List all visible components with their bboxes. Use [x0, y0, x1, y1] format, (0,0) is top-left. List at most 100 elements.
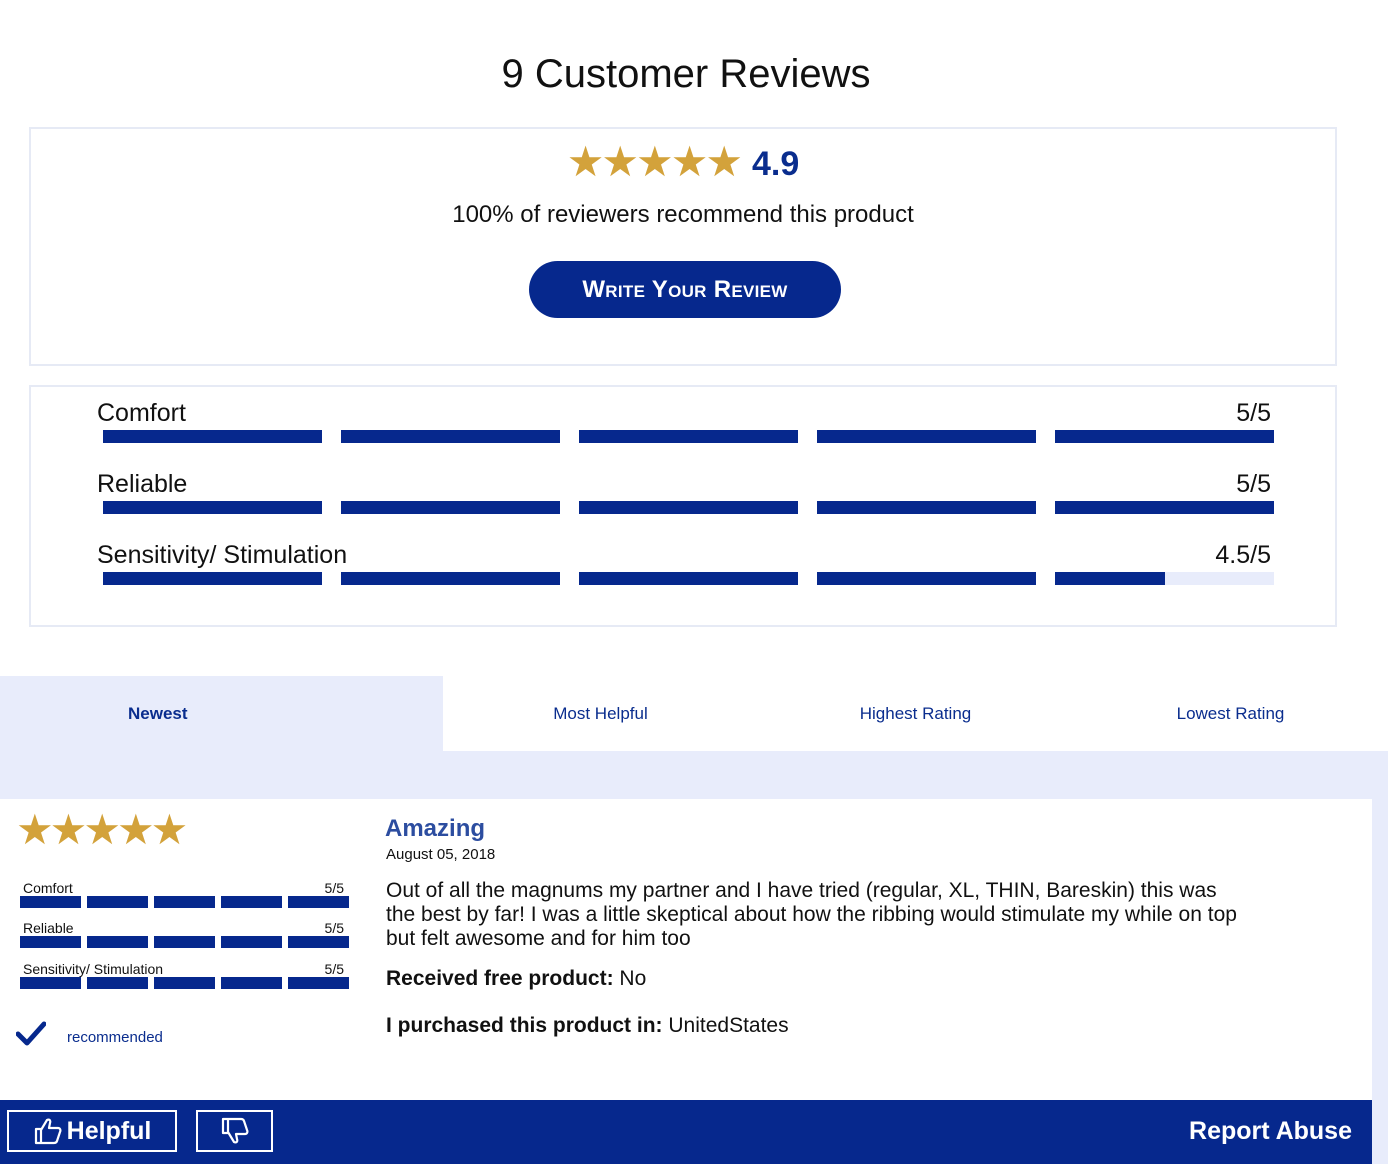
bar-segment	[817, 430, 1036, 443]
attribute-bar	[20, 977, 349, 989]
bar-segment	[103, 501, 322, 514]
attribute-row-comfort: Comfort 5/5	[97, 399, 1274, 449]
bar-fill	[154, 936, 215, 948]
average-rating-value: 4.9	[752, 145, 800, 183]
bar-segment	[87, 977, 148, 989]
bar-fill	[341, 501, 560, 514]
review-body: Out of all the magnums my partner and I …	[386, 879, 1237, 950]
attribute-score: 5/5	[1236, 399, 1271, 427]
attribute-bar	[20, 896, 349, 908]
bar-segment	[579, 501, 798, 514]
tab-most-helpful[interactable]: Most Helpful	[443, 676, 758, 751]
bar-segment	[87, 896, 148, 908]
attribute-name: Comfort	[97, 399, 186, 427]
bar-segment	[1055, 572, 1274, 585]
bar-segment	[221, 936, 282, 948]
attribute-bar	[103, 501, 1274, 514]
review-attribute-reliable: Reliable 5/5	[20, 920, 352, 956]
bar-fill	[154, 977, 215, 989]
purchased-in-label: I purchased this product in:	[386, 1014, 663, 1037]
attribute-name: Comfort	[23, 880, 73, 896]
bar-segment	[341, 501, 560, 514]
recommend-percentage: 100% of reviewers recommend this product	[452, 201, 914, 228]
bar-fill	[817, 430, 1036, 443]
bar-segment	[341, 430, 560, 443]
attribute-name: Reliable	[97, 470, 188, 498]
thumbs-down-icon	[221, 1117, 248, 1144]
star-icon: ★	[705, 137, 743, 185]
bar-fill	[341, 572, 560, 585]
attribute-score: 5/5	[324, 880, 344, 896]
bar-fill	[87, 936, 148, 948]
attribute-row-reliable: Reliable 5/5	[97, 470, 1274, 520]
bar-fill	[103, 572, 322, 585]
overall-stars: ★ ★ ★ ★ ★	[567, 137, 743, 185]
free-product-value: No	[619, 967, 647, 990]
bar-segment	[288, 977, 349, 989]
bar-fill	[87, 896, 148, 908]
bar-segment	[1055, 430, 1274, 443]
star-icon: ★	[16, 806, 54, 853]
bar-segment	[288, 896, 349, 908]
bar-fill	[103, 430, 322, 443]
star-icon: ★	[636, 137, 674, 185]
bar-segment	[103, 430, 322, 443]
bar-fill	[20, 977, 81, 989]
tab-highest-rating[interactable]: Highest Rating	[758, 676, 1073, 751]
bar-segment	[341, 572, 560, 585]
free-product-label: Received free product:	[386, 967, 614, 990]
rating-summary: ★ ★ ★ ★ ★ 4.9 100% of reviewers recommen…	[29, 127, 1337, 366]
bar-fill	[817, 501, 1036, 514]
review-attribute-comfort: Comfort 5/5	[20, 880, 352, 916]
write-review-button[interactable]: Write Your Review	[529, 261, 841, 318]
overall-rating: ★ ★ ★ ★ ★ 4.9	[31, 139, 1335, 184]
not-helpful-button[interactable]	[196, 1110, 273, 1152]
attribute-row-sensitivity: Sensitivity/ Stimulation 4.5/5	[97, 541, 1274, 591]
tab-lowest-rating[interactable]: Lowest Rating	[1073, 676, 1388, 751]
thumbs-up-icon	[34, 1118, 62, 1145]
review-actions: Helpful Report Abuse	[0, 1100, 1372, 1164]
bar-fill	[579, 501, 798, 514]
purchased-in-line: I purchased this product in: UnitedState…	[386, 1014, 789, 1038]
tab-newest[interactable]: Newest	[0, 676, 443, 751]
review-attribute-sensitivity: Sensitivity/ Stimulation 5/5	[20, 961, 352, 997]
attribute-score: 5/5	[324, 920, 344, 936]
checkmark-icon	[16, 1021, 46, 1046]
helpful-button[interactable]: Helpful	[7, 1110, 177, 1152]
attribute-name: Sensitivity/ Stimulation	[97, 541, 348, 569]
bar-fill	[221, 896, 282, 908]
attribute-name: Reliable	[23, 920, 74, 936]
attribute-score: 5/5	[1236, 470, 1271, 498]
bar-fill	[1055, 501, 1274, 514]
bar-segment	[221, 977, 282, 989]
bar-fill	[221, 977, 282, 989]
bar-fill	[103, 501, 322, 514]
attribute-score: 5/5	[324, 961, 344, 977]
bar-segment	[579, 430, 798, 443]
star-icon: ★	[116, 806, 155, 853]
attribute-bar	[103, 430, 1274, 443]
attribute-bar	[103, 572, 1274, 585]
star-icon: ★	[49, 806, 88, 853]
bar-segment	[817, 501, 1036, 514]
bar-fill	[1055, 430, 1274, 443]
bar-segment	[817, 572, 1036, 585]
bar-segment	[154, 977, 215, 989]
bar-segment	[20, 936, 81, 948]
bar-segment	[1055, 501, 1274, 514]
review-date: August 05, 2018	[386, 846, 496, 863]
page-title: 9 Customer Reviews	[501, 52, 871, 96]
report-abuse-link[interactable]: Report Abuse	[1189, 1117, 1352, 1146]
bar-fill	[87, 977, 148, 989]
bar-fill	[288, 896, 349, 908]
bar-segment	[288, 936, 349, 948]
bar-segment	[87, 936, 148, 948]
bar-fill	[221, 936, 282, 948]
bar-fill	[1055, 572, 1165, 585]
free-product-line: Received free product: No	[386, 967, 646, 991]
bar-fill	[817, 572, 1036, 585]
sort-tabs: Newest Most Helpful Highest Rating Lowes…	[0, 676, 1388, 751]
bar-segment	[154, 936, 215, 948]
recommended-label: recommended	[67, 1029, 163, 1046]
purchased-in-value: UnitedStates	[668, 1014, 789, 1037]
